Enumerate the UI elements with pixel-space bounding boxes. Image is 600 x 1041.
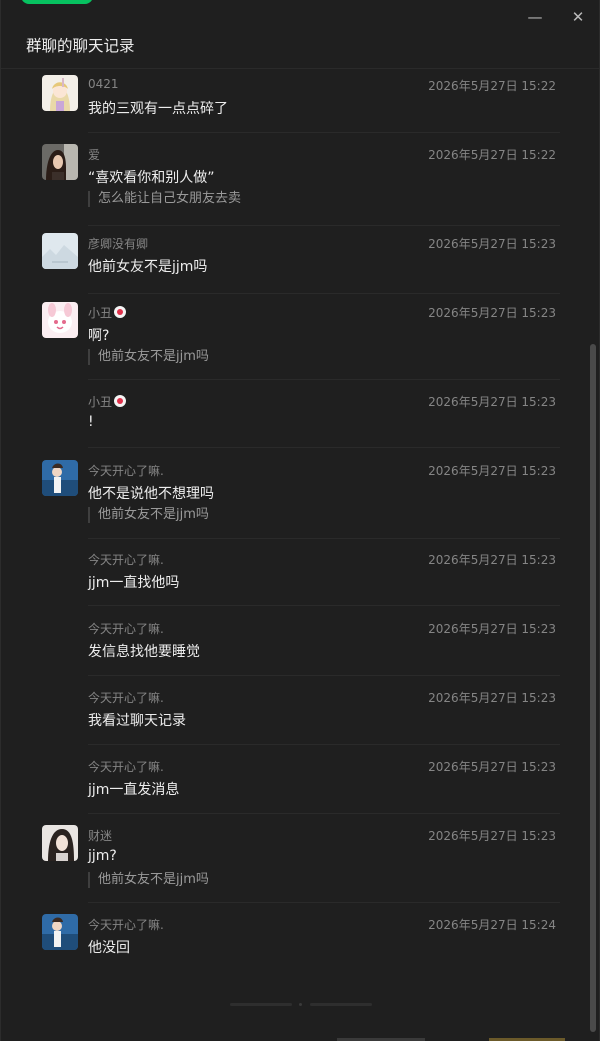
avatar[interactable] xyxy=(42,825,78,861)
sender-name: 彦卿没有卿 xyxy=(88,237,149,251)
message-time: 2026年5月27日 15:23 xyxy=(428,395,556,409)
green-tab xyxy=(21,0,93,4)
beach-girl-avatar-icon xyxy=(42,460,78,496)
clown-emoji-icon xyxy=(114,395,127,407)
message-content: 他没回 xyxy=(88,940,130,956)
avatar[interactable] xyxy=(42,460,78,496)
message-content: 啊? xyxy=(88,328,110,344)
sky-avatar-icon xyxy=(42,233,78,269)
sender-name: 今天开心了嘛. xyxy=(88,464,164,478)
message-item[interactable]: 彦卿没有卿 2026年5月27日 15:23 他前女友不是jjm吗 xyxy=(42,225,556,289)
message-time: 2026年5月27日 15:22 xyxy=(428,148,556,162)
message-separator xyxy=(88,675,560,676)
message-content: 他前女友不是jjm吗 xyxy=(88,259,208,275)
sender-name: 今天开心了嘛. xyxy=(88,918,164,932)
message-item[interactable]: 今天开心了嘛. 2026年5月27日 15:23 jjm一直找他吗 xyxy=(42,541,556,603)
message-time: 2026年5月27日 15:23 xyxy=(428,829,556,843)
message-separator xyxy=(88,902,560,903)
message-item[interactable]: 今天开心了嘛. 2026年5月27日 15:23 我看过聊天记录 xyxy=(42,679,556,741)
bottom-indicator-dot xyxy=(299,1003,302,1006)
sender-name: 财迷 xyxy=(88,829,113,843)
message-content: jjm? xyxy=(88,848,117,864)
anime-girl-avatar-icon xyxy=(42,75,78,111)
message-separator xyxy=(88,379,560,380)
quoted-message[interactable]: 他前女友不是jjm吗 xyxy=(88,507,209,523)
chat-history-window: — ✕ 群聊的聊天记录 0421 2026年5月27日 15:22 我的三观有一… xyxy=(0,0,600,1041)
message-time: 2026年5月27日 15:23 xyxy=(428,464,556,478)
message-item[interactable]: 今天开心了嘛. 2026年5月27日 15:23 发信息找他要睡觉 xyxy=(42,610,556,672)
avatar[interactable] xyxy=(42,233,78,269)
avatar[interactable] xyxy=(42,144,78,180)
message-time: 2026年5月27日 15:23 xyxy=(428,306,556,320)
message-separator xyxy=(88,447,560,448)
message-item[interactable]: 爱 2026年5月27日 15:22 “喜欢看你和别人做” 怎么能让自己女朋友去… xyxy=(42,136,556,224)
sender-name: 小丑 xyxy=(88,393,127,410)
scrollbar-thumb[interactable] xyxy=(590,344,596,1032)
message-separator xyxy=(88,813,560,814)
message-separator xyxy=(88,744,560,745)
message-content: 发信息找他要睡觉 xyxy=(88,644,200,660)
message-content: jjm一直找他吗 xyxy=(88,575,180,591)
message-time: 2026年5月27日 15:23 xyxy=(428,622,556,636)
avatar[interactable] xyxy=(42,302,78,338)
quoted-message[interactable]: 他前女友不是jjm吗 xyxy=(88,349,209,365)
avatar[interactable] xyxy=(42,75,78,111)
message-item[interactable]: 今天开心了嘛. 2026年5月27日 15:24 他没回 xyxy=(42,906,556,968)
message-item[interactable]: 今天开心了嘛. 2026年5月27日 15:23 他不是说他不想理吗 他前女友不… xyxy=(42,452,556,534)
bottom-indicator-right xyxy=(310,1003,372,1006)
sender-name: 今天开心了嘛. xyxy=(88,622,164,636)
pink-bunny-avatar-icon xyxy=(42,302,78,338)
close-button[interactable]: ✕ xyxy=(567,6,589,28)
sender-name: 0421 xyxy=(88,77,119,91)
quoted-message[interactable]: 他前女友不是jjm吗 xyxy=(88,872,209,888)
message-content: 我看过聊天记录 xyxy=(88,713,186,729)
sender-name: 今天开心了嘛. xyxy=(88,553,164,567)
sender-name: 小丑 xyxy=(88,304,127,321)
minimize-button[interactable]: — xyxy=(524,6,546,28)
girl-portrait-avatar-icon xyxy=(42,825,78,861)
clown-emoji-icon xyxy=(114,306,127,318)
quoted-message[interactable]: 怎么能让自己女朋友去卖 xyxy=(88,191,241,207)
sender-name: 今天开心了嘛. xyxy=(88,691,164,705)
message-item[interactable]: 今天开心了嘛. 2026年5月27日 15:23 jjm一直发消息 xyxy=(42,748,556,810)
sender-name: 今天开心了嘛. xyxy=(88,760,164,774)
message-time: 2026年5月27日 15:23 xyxy=(428,760,556,774)
message-time: 2026年5月27日 15:24 xyxy=(428,918,556,932)
message-separator xyxy=(88,605,560,606)
message-time: 2026年5月27日 15:22 xyxy=(428,79,556,93)
beach-girl-avatar-icon xyxy=(42,914,78,950)
message-time: 2026年5月27日 15:23 xyxy=(428,553,556,567)
message-separator xyxy=(88,538,560,539)
message-content: 他不是说他不想理吗 xyxy=(88,486,214,502)
message-item[interactable]: 财迷 2026年5月27日 15:23 jjm? 他前女友不是jjm吗 xyxy=(42,817,556,897)
message-content: jjm一直发消息 xyxy=(88,782,180,798)
message-item[interactable]: 小丑 2026年5月27日 15:23 ! xyxy=(42,383,556,441)
bottom-indicator-left xyxy=(230,1003,292,1006)
message-content: 我的三观有一点点碎了 xyxy=(88,101,228,117)
sender-name: 爱 xyxy=(88,148,101,162)
message-time: 2026年5月27日 15:23 xyxy=(428,237,556,251)
message-content: ! xyxy=(88,414,94,430)
car-selfie-avatar-icon xyxy=(42,144,78,180)
message-item[interactable]: 0421 2026年5月27日 15:22 我的三观有一点点碎了 xyxy=(42,67,556,131)
message-item[interactable]: 小丑 2026年5月27日 15:23 啊? 他前女友不是jjm吗 xyxy=(42,294,556,374)
message-time: 2026年5月27日 15:23 xyxy=(428,691,556,705)
avatar[interactable] xyxy=(42,914,78,950)
message-separator xyxy=(88,132,560,133)
message-content: “喜欢看你和别人做” xyxy=(88,170,215,186)
window-title: 群聊的聊天记录 xyxy=(26,37,135,55)
